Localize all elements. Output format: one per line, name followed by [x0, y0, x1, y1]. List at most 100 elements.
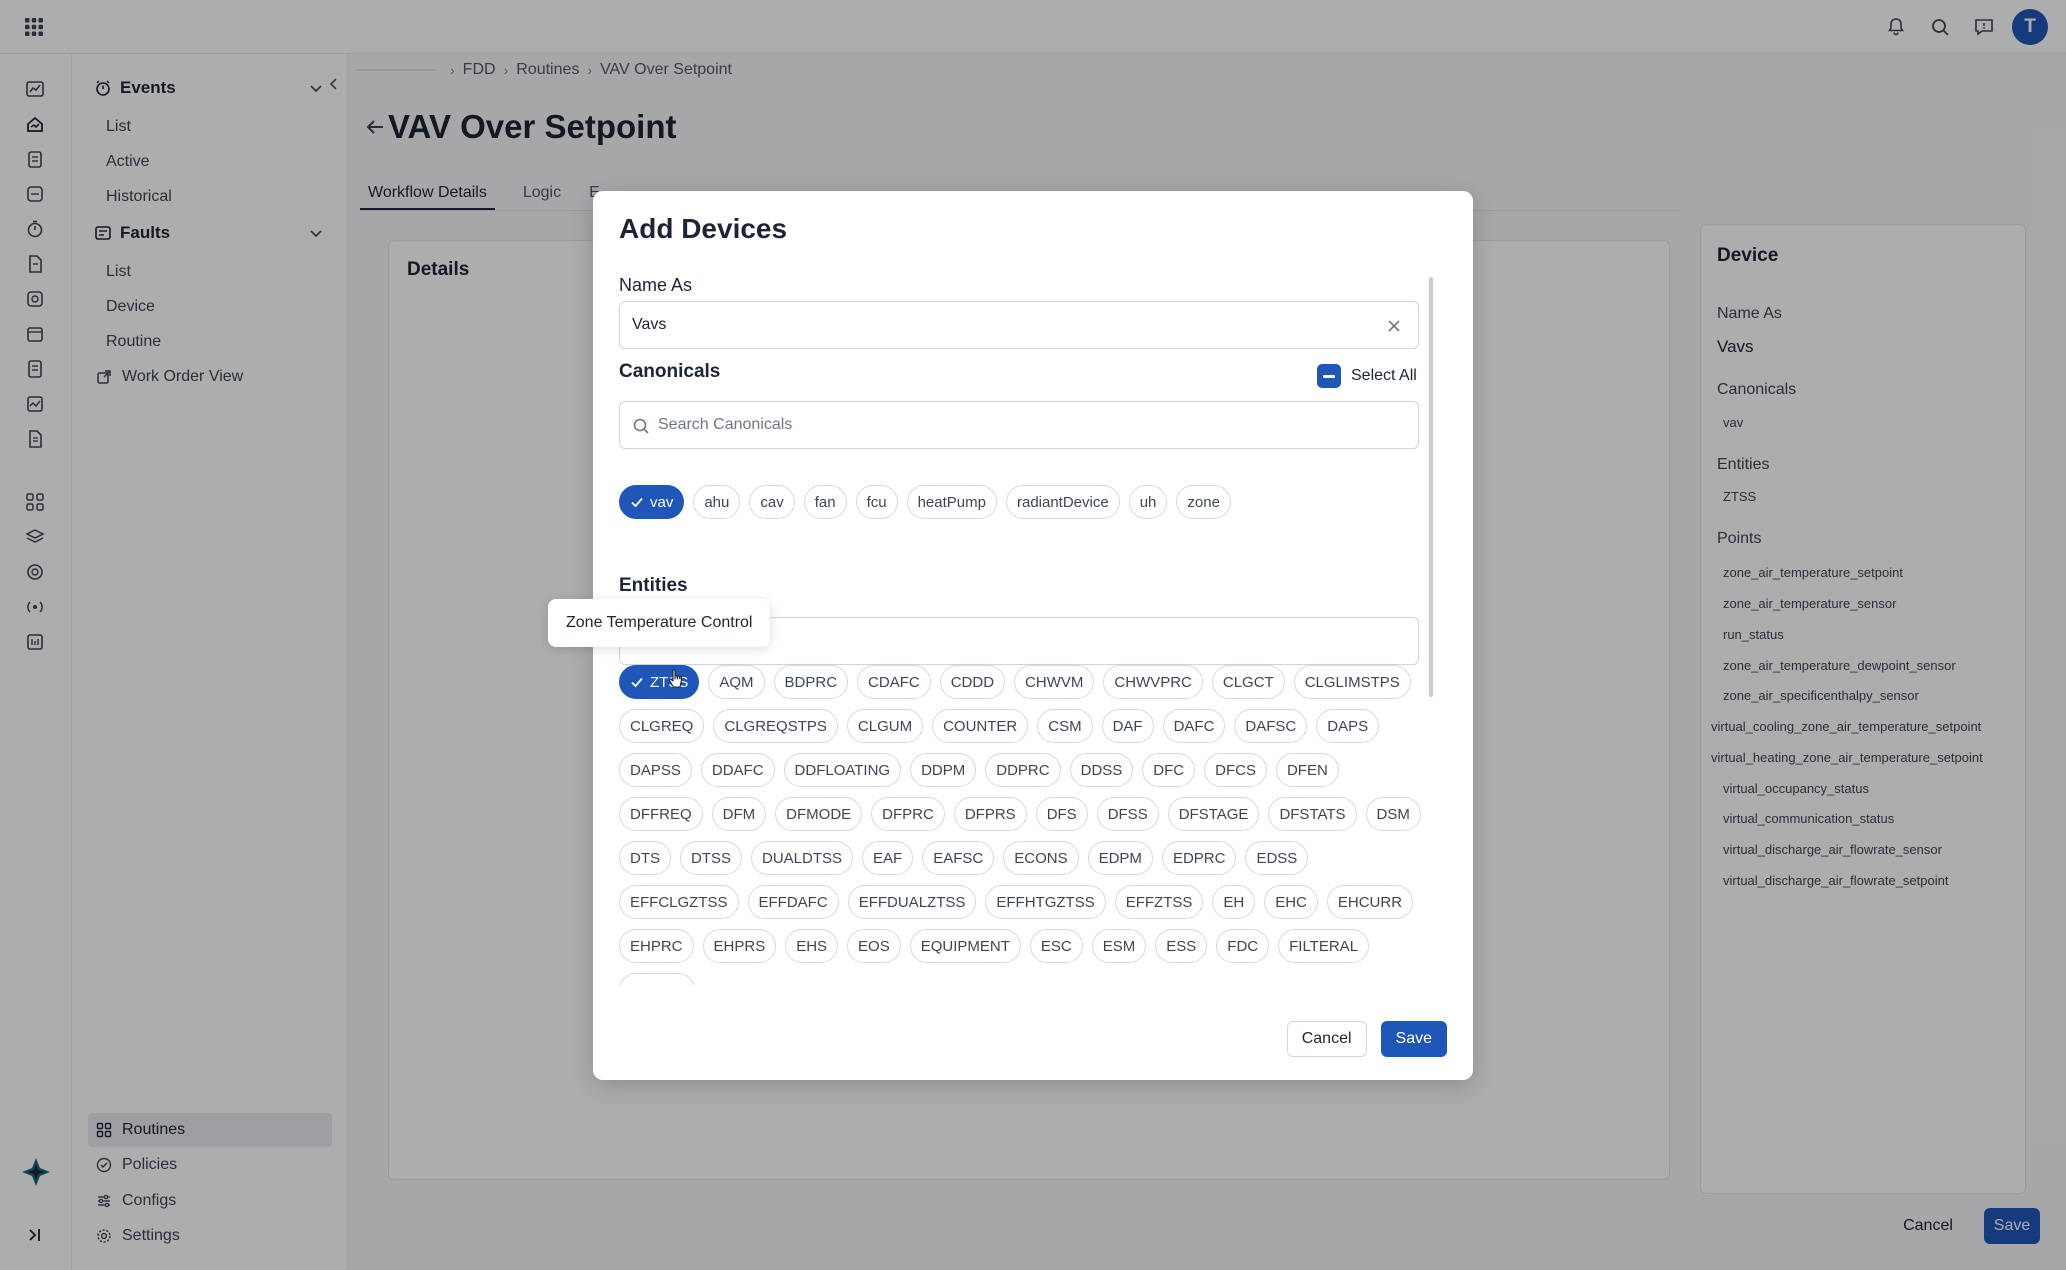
canonical-chip[interactable]: fcu [855, 485, 898, 519]
entity-chip[interactable]: COUNTER [932, 709, 1029, 743]
entity-chip[interactable]: EHPRC [619, 929, 694, 963]
entity-chip[interactable]: CHWVPRC [1103, 665, 1203, 699]
entity-chip[interactable]: DFSTAGE [1167, 797, 1260, 831]
canonical-chip[interactable]: vav [619, 485, 685, 519]
entity-chip[interactable]: FILTERAL [1278, 929, 1370, 963]
chip-label: DTS [630, 849, 660, 867]
entity-chip[interactable]: CDDD [939, 665, 1006, 699]
canonical-chip[interactable]: radiantDevice [1005, 485, 1120, 519]
chip-label: CLGREQSTPS [724, 717, 827, 735]
entity-chip[interactable]: ECONS [1003, 841, 1079, 875]
entity-chip[interactable]: EQUIPMENT [909, 929, 1021, 963]
entity-chip[interactable]: DTSS [680, 841, 743, 875]
entity-chip[interactable]: BDPRC [773, 665, 849, 699]
chip-label: vav [650, 493, 674, 511]
chip-label: ESC [1040, 937, 1072, 955]
entity-chip[interactable]: ZTSS [619, 665, 700, 699]
chip-label: EH [1223, 893, 1245, 911]
entity-chip[interactable]: ESC [1029, 929, 1083, 963]
entity-chip[interactable]: DUALDTSS [751, 841, 854, 875]
mouse-cursor-icon [668, 669, 683, 688]
check-icon [631, 497, 643, 508]
entity-chip[interactable]: EFFHTGZTSS [985, 885, 1106, 919]
canonical-chip[interactable]: fan [803, 485, 847, 519]
chip-label: ESS [1166, 937, 1197, 955]
entity-chip[interactable]: EOS [847, 929, 901, 963]
entity-chip[interactable]: EFFDAFC [747, 885, 839, 919]
entity-chip[interactable]: EFFZTSS [1114, 885, 1204, 919]
chip-label: DFFREQ [630, 805, 692, 823]
canonical-chip[interactable]: uh [1128, 485, 1168, 519]
entity-chip[interactable]: CLGLIMSTPS [1293, 665, 1411, 699]
chip-label: ESM [1102, 937, 1136, 955]
canonical-chip[interactable]: zone [1176, 485, 1231, 519]
entity-chip[interactable]: DFEN [1275, 753, 1339, 787]
entity-chip[interactable]: EAF [862, 841, 914, 875]
entity-chip[interactable]: EAFSC [922, 841, 995, 875]
entity-chip[interactable]: DDPRC [985, 753, 1061, 787]
entity-chip[interactable]: DDFLOATING [783, 753, 902, 787]
search-canonicals-input[interactable]: Search Canonicals [619, 401, 1419, 449]
entity-chip[interactable]: DAFSC [1234, 709, 1308, 743]
entity-chip[interactable]: DAPS [1316, 709, 1380, 743]
entity-chip[interactable]: CLGREQ [619, 709, 705, 743]
entity-chip[interactable]: CLGUM [846, 709, 924, 743]
entity-chip[interactable]: EHCURR [1326, 885, 1414, 919]
entity-chip[interactable]: EFFCLGZTSS [619, 885, 739, 919]
entity-chip[interactable]: DFCS [1204, 753, 1267, 787]
chip-label: EFFDUALZTSS [858, 893, 966, 911]
entity-chip[interactable]: CLGCT [1211, 665, 1285, 699]
entity-chip[interactable]: EHPRS [702, 929, 777, 963]
entity-chip[interactable]: EFFDUALZTSS [847, 885, 977, 919]
entity-chip[interactable]: DFSTATS [1268, 797, 1357, 831]
chip-label: DDAFC [711, 761, 764, 779]
entity-chip[interactable]: EDPM [1087, 841, 1153, 875]
chip-label: DUALDTSS [762, 849, 843, 867]
entity-chip[interactable]: CSM [1037, 709, 1093, 743]
canonicals-chip-list: vav ahu cav fan fcu heatPump radiantDevice uh zo… [619, 485, 1439, 529]
entity-chip[interactable]: CHWVM [1014, 665, 1095, 699]
entity-chip[interactable]: DFPRS [953, 797, 1027, 831]
canonical-chip[interactable]: ahu [693, 485, 741, 519]
chip-label: DTSS [691, 849, 732, 867]
modal-cancel-button[interactable]: Cancel [1286, 1021, 1367, 1057]
entity-chip[interactable]: DDAFC [700, 753, 775, 787]
chip-label: FILTERAL [1289, 937, 1359, 955]
entity-chip[interactable]: DFFREQ [619, 797, 703, 831]
entity-chip[interactable]: DAPSS [619, 753, 692, 787]
close-icon[interactable] [1386, 318, 1402, 334]
entity-chip[interactable]: DFM [711, 797, 767, 831]
chip-label: uh [1139, 493, 1157, 511]
entity-chip[interactable]: DAFC [1162, 709, 1226, 743]
name-as-field[interactable]: Vavs [619, 301, 1419, 349]
entity-chip[interactable]: CLGREQSTPS [713, 709, 838, 743]
entity-chip[interactable]: DFPRC [871, 797, 945, 831]
entity-chip[interactable]: FDC [1216, 929, 1270, 963]
entity-chip[interactable]: DFMODE [775, 797, 863, 831]
entity-chip[interactable]: DFSS [1096, 797, 1159, 831]
entity-chip[interactable]: EDSS [1245, 841, 1309, 875]
entity-chip[interactable]: EHC [1264, 885, 1318, 919]
entity-chip[interactable]: ESM [1091, 929, 1147, 963]
canonical-chip[interactable]: cav [749, 485, 795, 519]
entity-chip[interactable]: FLTLAB [619, 973, 695, 985]
entity-chip[interactable]: CDAFC [857, 665, 931, 699]
entity-chip[interactable]: DAF [1101, 709, 1154, 743]
canonical-chip[interactable]: heatPump [906, 485, 997, 519]
entity-chip[interactable]: DDSS [1069, 753, 1134, 787]
chip-label: DFPRC [882, 805, 934, 823]
entity-chip[interactable]: AQM [708, 665, 765, 699]
modal-save-button[interactable]: Save [1380, 1021, 1447, 1057]
entity-chip[interactable]: EDPRC [1161, 841, 1237, 875]
entity-chip[interactable]: EHS [785, 929, 839, 963]
entity-chip[interactable]: ESS [1155, 929, 1208, 963]
entity-chip[interactable]: DTS [619, 841, 671, 875]
indeterminate-checkbox-icon[interactable] [1317, 364, 1341, 388]
select-all-checkbox[interactable]: Select All [1317, 363, 1417, 389]
entity-chip[interactable]: DFS [1035, 797, 1088, 831]
chip-label: DFSTATS [1279, 805, 1346, 823]
entity-chip[interactable]: DDPM [910, 753, 977, 787]
entity-chip[interactable]: DFC [1142, 753, 1196, 787]
entity-chip[interactable]: EH [1212, 885, 1256, 919]
entity-chip[interactable]: DSM [1365, 797, 1421, 831]
